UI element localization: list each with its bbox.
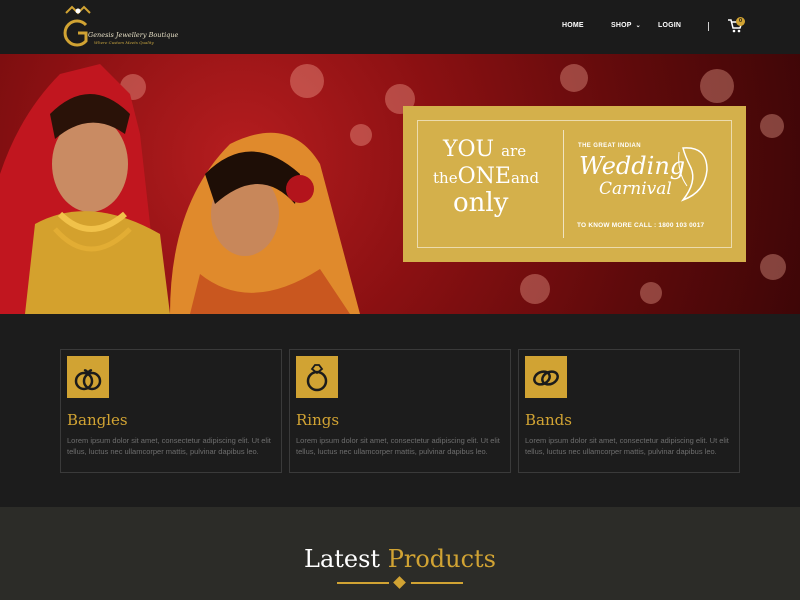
site-header: Genesis Jewellery Boutique Where Custom …	[0, 0, 800, 54]
bokeh-light	[760, 254, 786, 280]
latest-products-section: Latest Products	[0, 507, 800, 600]
ticket-one: ONE	[457, 164, 511, 189]
ticket-and: and	[510, 169, 540, 187]
category-title[interactable]: Bangles	[67, 411, 128, 429]
category-icon-box	[525, 356, 567, 398]
ticket-only: only	[453, 188, 509, 218]
bangles-icon	[74, 369, 102, 391]
diamond-icon	[393, 576, 406, 589]
heading-ornament-left	[337, 582, 389, 584]
ticket-headline-2: theONEand	[433, 164, 539, 189]
ticket-you: YOU	[443, 137, 495, 162]
event-kicker: THE GREAT INDIAN	[578, 143, 641, 149]
ticket-are: are	[501, 142, 527, 160]
category-icon-box	[67, 356, 109, 398]
event-title-carnival: Carnival	[599, 179, 672, 199]
event-contact: TO KNOW MORE CALL : 1800 103 0017	[577, 222, 705, 229]
category-icon-box	[296, 356, 338, 398]
bokeh-light	[520, 274, 550, 304]
nav-home[interactable]: HOME	[562, 22, 584, 29]
heading-ornament-right	[411, 582, 463, 584]
category-card-rings[interactable]: Rings Lorem ipsum dolor sit amet, consec…	[289, 349, 511, 473]
nav-login[interactable]: LOGIN	[658, 22, 681, 29]
ring-icon	[306, 364, 328, 392]
category-description: Lorem ipsum dolor sit amet, consectetur …	[296, 436, 500, 456]
hero-banner: YOU are theONEand only THE GREAT INDIAN …	[0, 54, 800, 314]
bokeh-light	[560, 64, 588, 92]
bokeh-light	[760, 114, 784, 138]
nav-shop-label: SHOP	[611, 22, 632, 29]
hero-models-image	[0, 64, 360, 314]
cart-count-badge: 0	[736, 17, 745, 26]
heading-word-latest: Latest	[304, 545, 381, 573]
category-description: Lorem ipsum dolor sit amet, consectetur …	[67, 436, 271, 456]
chevron-down-icon: ⌄	[635, 23, 641, 29]
category-title[interactable]: Bands	[525, 411, 572, 429]
brand-logo[interactable]: Genesis Jewellery Boutique Where Custom …	[60, 5, 178, 49]
brand-name: Genesis Jewellery Boutique	[88, 31, 179, 39]
ticket-the: the	[433, 169, 458, 187]
nav-shop[interactable]: SHOP ⌄	[611, 22, 641, 29]
paisley-icon	[678, 147, 708, 202]
ticket-headline-1: YOU are	[443, 138, 526, 163]
event-title-wedding: Wedding	[579, 152, 686, 180]
heading-word-products: Products	[387, 545, 496, 573]
category-card-bangles[interactable]: Bangles Lorem ipsum dolor sit amet, cons…	[60, 349, 282, 473]
nav-divider	[708, 22, 709, 31]
category-title[interactable]: Rings	[296, 411, 339, 429]
bands-icon	[533, 370, 559, 386]
category-card-bands[interactable]: Bands Lorem ipsum dolor sit amet, consec…	[518, 349, 740, 473]
section-heading: Latest Products	[0, 545, 800, 573]
bokeh-light	[700, 69, 734, 103]
bokeh-light	[640, 282, 662, 304]
wedding-carnival-ticket[interactable]: YOU are theONEand only THE GREAT INDIAN …	[403, 106, 746, 262]
category-section: Bangles Lorem ipsum dolor sit amet, cons…	[0, 314, 800, 507]
category-description: Lorem ipsum dolor sit amet, consectetur …	[525, 436, 729, 456]
ticket-divider	[563, 130, 564, 238]
brand-tagline: Where Custom Meets Quality	[94, 40, 154, 45]
